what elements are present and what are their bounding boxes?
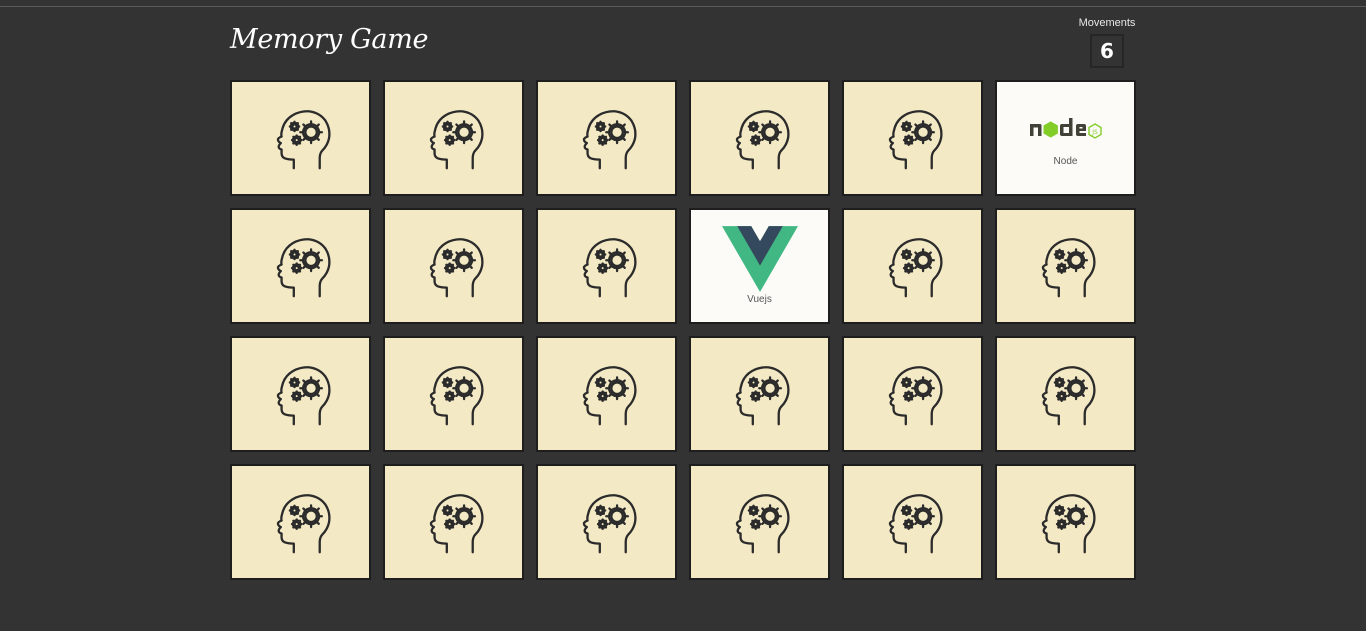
memory-card[interactable]: [383, 208, 524, 324]
brain-gears-icon: [735, 494, 790, 554]
memory-card[interactable]: [842, 208, 983, 324]
memory-card[interactable]: [689, 336, 830, 452]
brain-gears-icon: [582, 238, 637, 298]
movements-label: Movements: [1078, 17, 1136, 29]
card-label: Node: [1053, 155, 1078, 167]
memory-card[interactable]: [230, 464, 371, 580]
memory-card[interactable]: [842, 464, 983, 580]
memory-card[interactable]: [536, 208, 677, 324]
memory-card[interactable]: [995, 464, 1136, 580]
memory-card[interactable]: [230, 208, 371, 324]
brain-gears-icon: [429, 366, 484, 426]
memory-card[interactable]: [995, 208, 1136, 324]
memory-card[interactable]: Vuejs: [689, 208, 830, 324]
brain-gears-icon: [582, 110, 637, 170]
brain-gears-icon: [276, 110, 331, 170]
memory-card[interactable]: [536, 464, 677, 580]
memory-card[interactable]: [536, 80, 677, 196]
brain-gears-icon: [582, 366, 637, 426]
brain-gears-icon: [888, 110, 943, 170]
movements-count: 6: [1090, 34, 1124, 68]
node-logo-icon: JS: [1029, 117, 1102, 139]
memory-card[interactable]: [230, 80, 371, 196]
top-divider: [0, 6, 1366, 7]
brain-gears-icon: [888, 366, 943, 426]
brain-gears-icon: [1041, 494, 1096, 554]
memory-card[interactable]: [230, 336, 371, 452]
vue-logo-icon: [721, 225, 798, 292]
memory-card[interactable]: [689, 464, 830, 580]
brain-gears-icon: [582, 494, 637, 554]
brain-gears-icon: [1041, 238, 1096, 298]
brain-gears-icon: [429, 494, 484, 554]
brain-gears-icon: [429, 110, 484, 170]
memory-card[interactable]: [842, 336, 983, 452]
game-board: JS Node Vuejs: [230, 80, 1136, 580]
brain-gears-icon: [276, 494, 331, 554]
brain-gears-icon: [735, 366, 790, 426]
brain-gears-icon: [888, 494, 943, 554]
memory-card[interactable]: [383, 464, 524, 580]
brain-gears-icon: [888, 238, 943, 298]
brain-gears-icon: [735, 110, 790, 170]
brain-gears-icon: [276, 238, 331, 298]
card-label: Vuejs: [747, 293, 772, 305]
memory-card[interactable]: [383, 80, 524, 196]
memory-card[interactable]: JS Node: [995, 80, 1136, 196]
brain-gears-icon: [1041, 366, 1096, 426]
memory-card[interactable]: [689, 80, 830, 196]
svg-text:JS: JS: [1091, 129, 1098, 136]
movements-counter: Movements 6: [1070, 17, 1144, 68]
memory-card[interactable]: [842, 80, 983, 196]
brain-gears-icon: [276, 366, 331, 426]
brain-gears-icon: [429, 238, 484, 298]
memory-card[interactable]: [536, 336, 677, 452]
memory-card[interactable]: [383, 336, 524, 452]
page-title: Memory Game: [230, 24, 429, 55]
memory-card[interactable]: [995, 336, 1136, 452]
